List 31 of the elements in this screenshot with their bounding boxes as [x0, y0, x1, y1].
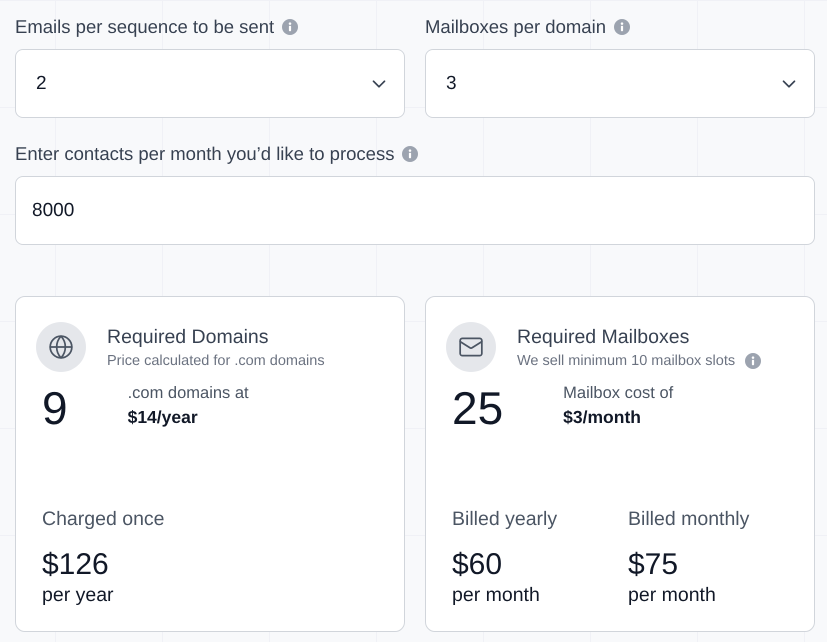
- dropdown-select[interactable]: 3: [425, 49, 815, 118]
- card-title: Required Domains: [107, 326, 270, 348]
- card-subtitle: We sell minimum 10 mailbox slots: [517, 352, 736, 368]
- price-label: Charged once: [42, 507, 166, 531]
- rate-label: Mailbox cost of: [563, 384, 674, 403]
- price-amount: $75: [628, 547, 680, 583]
- count-value: 9: [42, 382, 68, 434]
- card-subtitle: Price calculated for .com domains: [107, 352, 325, 368]
- field-label: Emails per sequence to be sent: [15, 16, 274, 38]
- dropdown-select[interactable]: 2: [15, 49, 405, 118]
- info-icon[interactable]: [614, 19, 630, 35]
- price-amount: $126: [42, 547, 110, 583]
- info-icon[interactable]: [282, 19, 298, 35]
- rate-value: $14/year: [128, 407, 199, 428]
- rate-label: .com domains at: [128, 384, 249, 403]
- count-value: 25: [452, 382, 504, 434]
- card-title: Required Mailboxes: [517, 326, 690, 348]
- info-icon[interactable]: [745, 352, 762, 368]
- field-label: Mailboxes per domain: [425, 16, 606, 38]
- price-period: per month: [628, 583, 717, 607]
- number-input[interactable]: 8000: [15, 176, 815, 245]
- price-period: per year: [42, 583, 115, 607]
- price-amount: $60: [452, 547, 504, 583]
- rate-value: $3/month: [563, 407, 642, 428]
- price-label: Billed monthly: [628, 507, 750, 531]
- globe-icon: [36, 322, 86, 372]
- price-label: Billed yearly: [452, 507, 558, 531]
- field-label: Enter contacts per month you’d like to process: [15, 143, 394, 165]
- info-icon[interactable]: [402, 146, 418, 162]
- price-period: per month: [452, 583, 541, 607]
- envelope-icon: [446, 322, 496, 372]
